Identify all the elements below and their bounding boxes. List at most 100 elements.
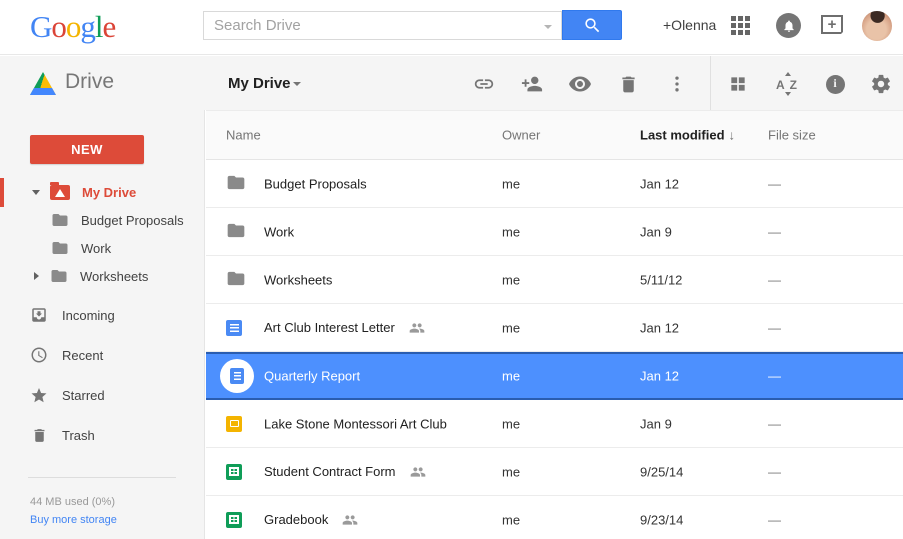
get-link-button[interactable] [472, 72, 496, 96]
file-modified: 9/25/14 [640, 464, 683, 479]
file-modified: 9/23/14 [640, 512, 683, 527]
breadcrumb-caret-icon[interactable] [293, 82, 301, 86]
grid-view-icon [728, 74, 748, 94]
folder-icon [226, 172, 246, 192]
top-bar: Google +Olenna [0, 0, 903, 55]
file-size: — [768, 272, 781, 287]
breadcrumb[interactable]: My Drive [228, 75, 291, 92]
column-header-file-size[interactable]: File size [768, 128, 816, 143]
file-modified: Jan 12 [640, 176, 679, 191]
sidebar-item-worksheets[interactable]: Worksheets [0, 262, 205, 290]
list-header: Name Owner Last modified↓ File size [206, 111, 903, 160]
table-row[interactable]: Art Club Interest Letter me Jan 12 — [206, 304, 903, 352]
storage-used-label: 44 MB used (0%) [30, 496, 115, 508]
more-vertical-icon [667, 74, 687, 94]
shared-people-icon [409, 320, 425, 336]
trash-icon [618, 74, 639, 95]
grid-view-button[interactable] [726, 72, 750, 96]
file-owner: me [502, 272, 520, 287]
column-header-owner[interactable]: Owner [502, 128, 540, 143]
search-input[interactable] [204, 12, 561, 39]
more-actions-button[interactable] [665, 72, 689, 96]
sidebar: NEW My Drive Budget Proposals Work Works… [0, 110, 205, 539]
sidebar-item-incoming[interactable]: Incoming [0, 295, 205, 335]
inbox-incoming-icon [30, 306, 48, 324]
spreadsheet-icon [226, 512, 242, 528]
slides-icon [226, 416, 242, 432]
google-logo[interactable]: Google [30, 8, 115, 46]
trash-icon [31, 427, 48, 444]
file-modified: 5/11/12 [640, 272, 682, 287]
star-icon [30, 386, 48, 405]
sort-button[interactable]: AZ [775, 72, 799, 96]
sidebar-divider [28, 477, 176, 478]
table-row[interactable]: Lake Stone Montessori Art Club me Jan 9 … [206, 400, 903, 448]
column-header-last-modified[interactable]: Last modified↓ [640, 128, 735, 143]
bell-icon [782, 19, 796, 33]
search-options-caret-icon[interactable] [544, 25, 552, 29]
table-row[interactable]: Worksheets me 5/11/12 — [206, 256, 903, 304]
file-owner: me [502, 320, 520, 335]
add-frame-icon[interactable] [821, 15, 843, 34]
file-list: Name Owner Last modified↓ File size Budg… [206, 110, 903, 539]
sort-az-icon: AZ [775, 72, 799, 96]
file-owner: me [502, 464, 520, 479]
account-name[interactable]: +Olenna [663, 17, 716, 33]
sort-direction-icon: ↓ [729, 128, 736, 143]
file-name: Student Contract Form [264, 464, 396, 479]
notifications-button[interactable] [776, 13, 801, 38]
drive-toolbar: Drive My Drive AZ [0, 56, 903, 110]
file-owner: me [502, 512, 520, 527]
file-size: — [768, 369, 781, 384]
sidebar-item-starred[interactable]: Starred [0, 375, 205, 415]
sidebar-item-trash[interactable]: Trash [0, 415, 205, 455]
toolbar-divider [710, 56, 711, 110]
details-button[interactable] [823, 72, 847, 96]
file-size: — [768, 224, 781, 239]
avatar[interactable] [862, 11, 892, 41]
drive-logo-icon[interactable] [30, 72, 56, 95]
shared-people-icon [342, 512, 358, 528]
link-icon [473, 73, 495, 95]
file-name: Gradebook [264, 512, 328, 527]
apps-grid-icon[interactable] [731, 16, 751, 36]
file-modified: Jan 9 [640, 416, 672, 431]
file-size: — [768, 176, 781, 191]
selected-file-badge [220, 359, 254, 393]
sidebar-item-budget-proposals[interactable]: Budget Proposals [0, 206, 205, 234]
search-button[interactable] [562, 10, 622, 40]
table-row[interactable]: Work me Jan 9 — [206, 208, 903, 256]
search-icon [583, 16, 602, 35]
preview-button[interactable] [568, 72, 592, 96]
table-row[interactable]: Gradebook me 9/23/14 — [206, 496, 903, 539]
app-title[interactable]: Drive [65, 70, 114, 94]
file-size: — [768, 464, 781, 479]
folder-icon [226, 220, 246, 240]
shared-people-icon [410, 464, 426, 480]
buy-more-storage-link[interactable]: Buy more storage [30, 514, 117, 526]
settings-button[interactable] [869, 72, 893, 96]
table-row-selected[interactable]: Quarterly Report me Jan 12 — [206, 352, 903, 400]
share-button[interactable] [520, 72, 544, 96]
file-name: Budget Proposals [264, 176, 367, 191]
delete-button[interactable] [616, 72, 640, 96]
new-button[interactable]: NEW [30, 135, 144, 164]
file-owner: me [502, 416, 520, 431]
table-row[interactable]: Budget Proposals me Jan 12 — [206, 160, 903, 208]
folder-icon [50, 267, 68, 285]
file-name: Worksheets [264, 272, 332, 287]
file-owner: me [502, 224, 520, 239]
collapse-caret-icon[interactable] [34, 272, 39, 280]
info-icon [826, 75, 845, 94]
clock-icon [30, 346, 48, 364]
document-icon [226, 320, 242, 336]
file-size: — [768, 320, 781, 335]
sidebar-item-work[interactable]: Work [0, 234, 205, 262]
expand-caret-icon[interactable] [32, 190, 40, 195]
column-header-name[interactable]: Name [226, 128, 261, 143]
sidebar-item-recent[interactable]: Recent [0, 335, 205, 375]
sidebar-item-my-drive[interactable]: My Drive [0, 178, 205, 206]
eye-icon [568, 72, 592, 96]
google-drive-window: Google +Olenna Drive My Drive [0, 0, 903, 539]
table-row[interactable]: Student Contract Form me 9/25/14 — [206, 448, 903, 496]
